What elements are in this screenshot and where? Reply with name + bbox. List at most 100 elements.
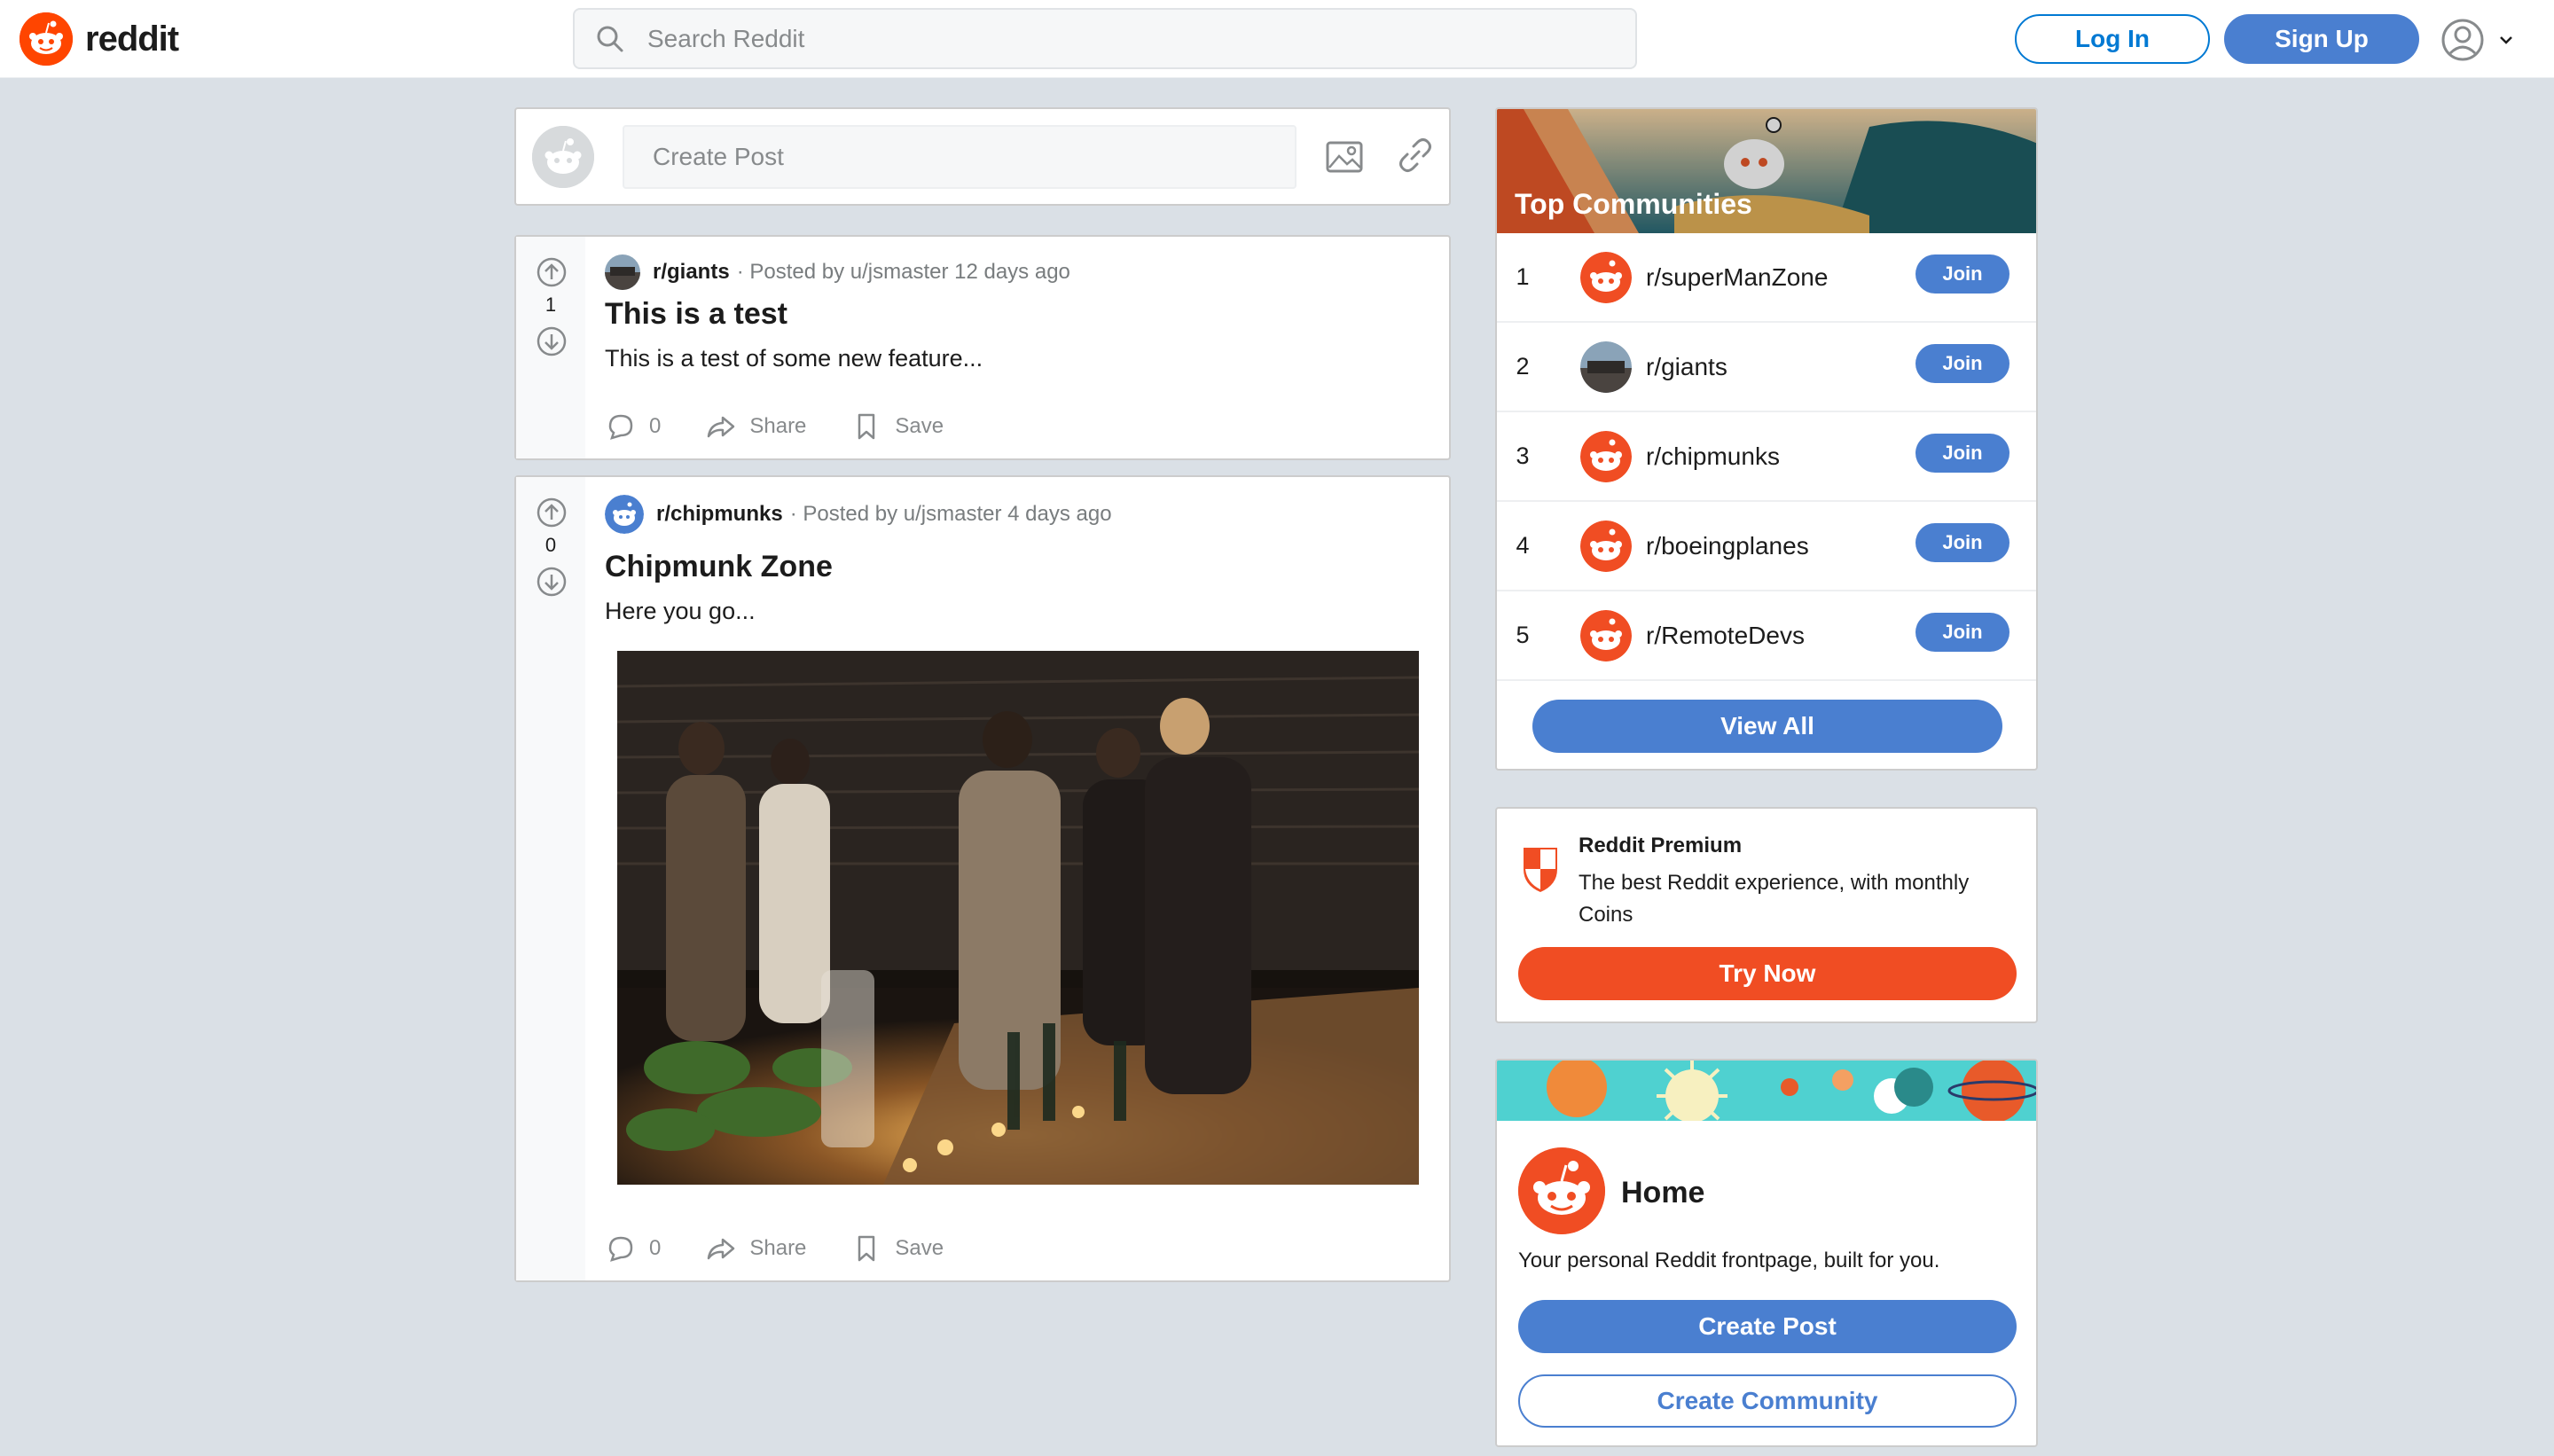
post-meta: r/giants · Posted by u/jsmaster 12 days … (605, 254, 1070, 290)
community-row[interactable]: 2 r/giants Join (1497, 323, 2036, 412)
home-card: Home Your personal Reddit frontpage, bui… (1495, 1059, 2038, 1447)
login-button[interactable]: Log In (2015, 14, 2210, 64)
top-communities-banner: Top Communities (1497, 109, 2036, 233)
top-header: reddit Search Reddit Log In Sign Up (0, 0, 2554, 78)
view-all-button[interactable]: View All (1532, 700, 2002, 753)
post-body: Here you go... (605, 598, 756, 624)
share-button[interactable]: Share (705, 1233, 806, 1264)
user-avatar-icon (2441, 19, 2484, 61)
post-actions: 0 Share Save (605, 1233, 988, 1264)
subreddit-link[interactable]: r/chipmunks (656, 502, 783, 527)
signup-button[interactable]: Sign Up (2224, 14, 2419, 64)
comments-button[interactable]: 0 (605, 1233, 661, 1264)
comment-icon (608, 414, 633, 440)
community-name[interactable]: r/RemoteDevs (1646, 622, 1805, 650)
community-rank: 1 (1516, 263, 1530, 290)
downvote-icon[interactable] (536, 325, 568, 357)
community-snoo-icon (1580, 609, 1632, 661)
top-communities-title: Top Communities (1515, 188, 1752, 220)
post-actions: 0 Share Save (605, 411, 988, 442)
join-button[interactable]: Join (1916, 434, 2010, 473)
vote-column: 0 (516, 477, 585, 1280)
subreddit-avatar[interactable] (605, 495, 644, 534)
community-rank: 5 (1516, 622, 1530, 648)
community-name[interactable]: r/giants (1646, 353, 1727, 381)
vote-score: 0 (544, 534, 557, 556)
share-button[interactable]: Share (705, 411, 806, 442)
try-now-button[interactable]: Try Now (1518, 947, 2017, 1000)
save-label: Save (895, 1236, 944, 1260)
create-post-input[interactable]: Create Post (623, 125, 1297, 189)
premium-card: Reddit Premium The best Reddit experienc… (1495, 807, 2038, 1023)
community-rank: 3 (1516, 442, 1530, 469)
post-meta: r/chipmunks · Posted by u/jsmaster 4 day… (605, 495, 1112, 534)
vote-score: 1 (544, 294, 557, 316)
post-title[interactable]: Chipmunk Zone (605, 550, 833, 584)
user-avatar[interactable] (532, 126, 594, 188)
community-rank: 4 (1516, 532, 1530, 559)
comment-count: 0 (649, 414, 662, 438)
home-snoo-icon (1518, 1147, 1605, 1234)
post-card[interactable]: 1 r/giants · Posted by u/jsmaster 12 day… (514, 235, 1451, 460)
join-button[interactable]: Join (1916, 523, 2010, 562)
save-button[interactable]: Save (850, 411, 944, 442)
search-placeholder: Search Reddit (647, 24, 805, 52)
top-communities-card: Top Communities 1 r/superManZone Join 2 … (1495, 107, 2038, 771)
downvote-icon[interactable] (536, 566, 568, 598)
community-name[interactable]: r/chipmunks (1646, 442, 1780, 471)
home-title: Home (1621, 1176, 1705, 1209)
share-label: Share (749, 1236, 807, 1260)
community-name[interactable]: r/superManZone (1646, 263, 1828, 292)
community-row[interactable]: 5 r/RemoteDevs Join (1497, 591, 2036, 681)
subreddit-link[interactable]: r/giants (653, 260, 730, 285)
post-card[interactable]: 0 r/chipmunks · Posted by u/jsmaster 4 d… (514, 475, 1451, 1282)
create-community-button[interactable]: Create Community (1518, 1374, 2017, 1428)
post-image[interactable] (617, 651, 1419, 1185)
link-icon[interactable] (1396, 136, 1435, 175)
create-post-button[interactable]: Create Post (1518, 1300, 2017, 1353)
upvote-icon[interactable] (536, 256, 568, 288)
community-rank: 2 (1516, 353, 1530, 380)
upvote-icon[interactable] (536, 497, 568, 528)
premium-title: Reddit Premium (1579, 834, 1743, 857)
share-label: Share (749, 414, 807, 438)
post-title[interactable]: This is a test (605, 297, 787, 332)
save-label: Save (895, 414, 944, 438)
community-snoo-icon (1580, 430, 1632, 482)
community-row[interactable]: 3 r/chipmunks Join (1497, 412, 2036, 502)
home-banner (1497, 1061, 2036, 1121)
community-row[interactable]: 1 r/superManZone Join (1497, 233, 2036, 323)
share-icon (708, 1238, 735, 1260)
community-snoo-icon (1580, 251, 1632, 303)
join-button[interactable]: Join (1916, 344, 2010, 383)
vote-column: 1 (516, 237, 585, 458)
search-input[interactable]: Search Reddit (573, 8, 1637, 69)
image-upload-icon[interactable] (1325, 137, 1364, 176)
bookmark-icon (858, 413, 875, 440)
snoo-icon (20, 12, 73, 66)
create-post-bar: Create Post (514, 107, 1451, 206)
chevron-down-icon (2500, 36, 2512, 44)
comment-icon (608, 1236, 633, 1262)
community-photo-icon (1580, 341, 1632, 393)
community-snoo-icon (1580, 520, 1632, 572)
save-button[interactable]: Save (850, 1233, 944, 1264)
post-byline: · Posted by u/jsmaster 12 days ago (736, 260, 1070, 284)
post-body: This is a test of some new feature... (605, 345, 983, 372)
shield-icon (1524, 848, 1557, 892)
community-name[interactable]: r/boeingplanes (1646, 532, 1809, 560)
join-button[interactable]: Join (1916, 613, 2010, 652)
bookmark-icon (858, 1235, 875, 1262)
comment-count: 0 (649, 1236, 662, 1260)
share-icon (708, 416, 735, 438)
user-menu-dropdown[interactable] (2440, 16, 2520, 64)
home-description: Your personal Reddit frontpage, built fo… (1518, 1249, 1940, 1272)
logo-wordmark: reddit (85, 19, 179, 59)
reddit-logo[interactable]: reddit (20, 12, 179, 66)
premium-description: The best Reddit experience, with monthly… (1579, 871, 1970, 927)
community-row[interactable]: 4 r/boeingplanes Join (1497, 502, 2036, 591)
subreddit-avatar[interactable] (605, 254, 640, 290)
search-icon (597, 26, 623, 51)
comments-button[interactable]: 0 (605, 411, 661, 442)
join-button[interactable]: Join (1916, 254, 2010, 294)
